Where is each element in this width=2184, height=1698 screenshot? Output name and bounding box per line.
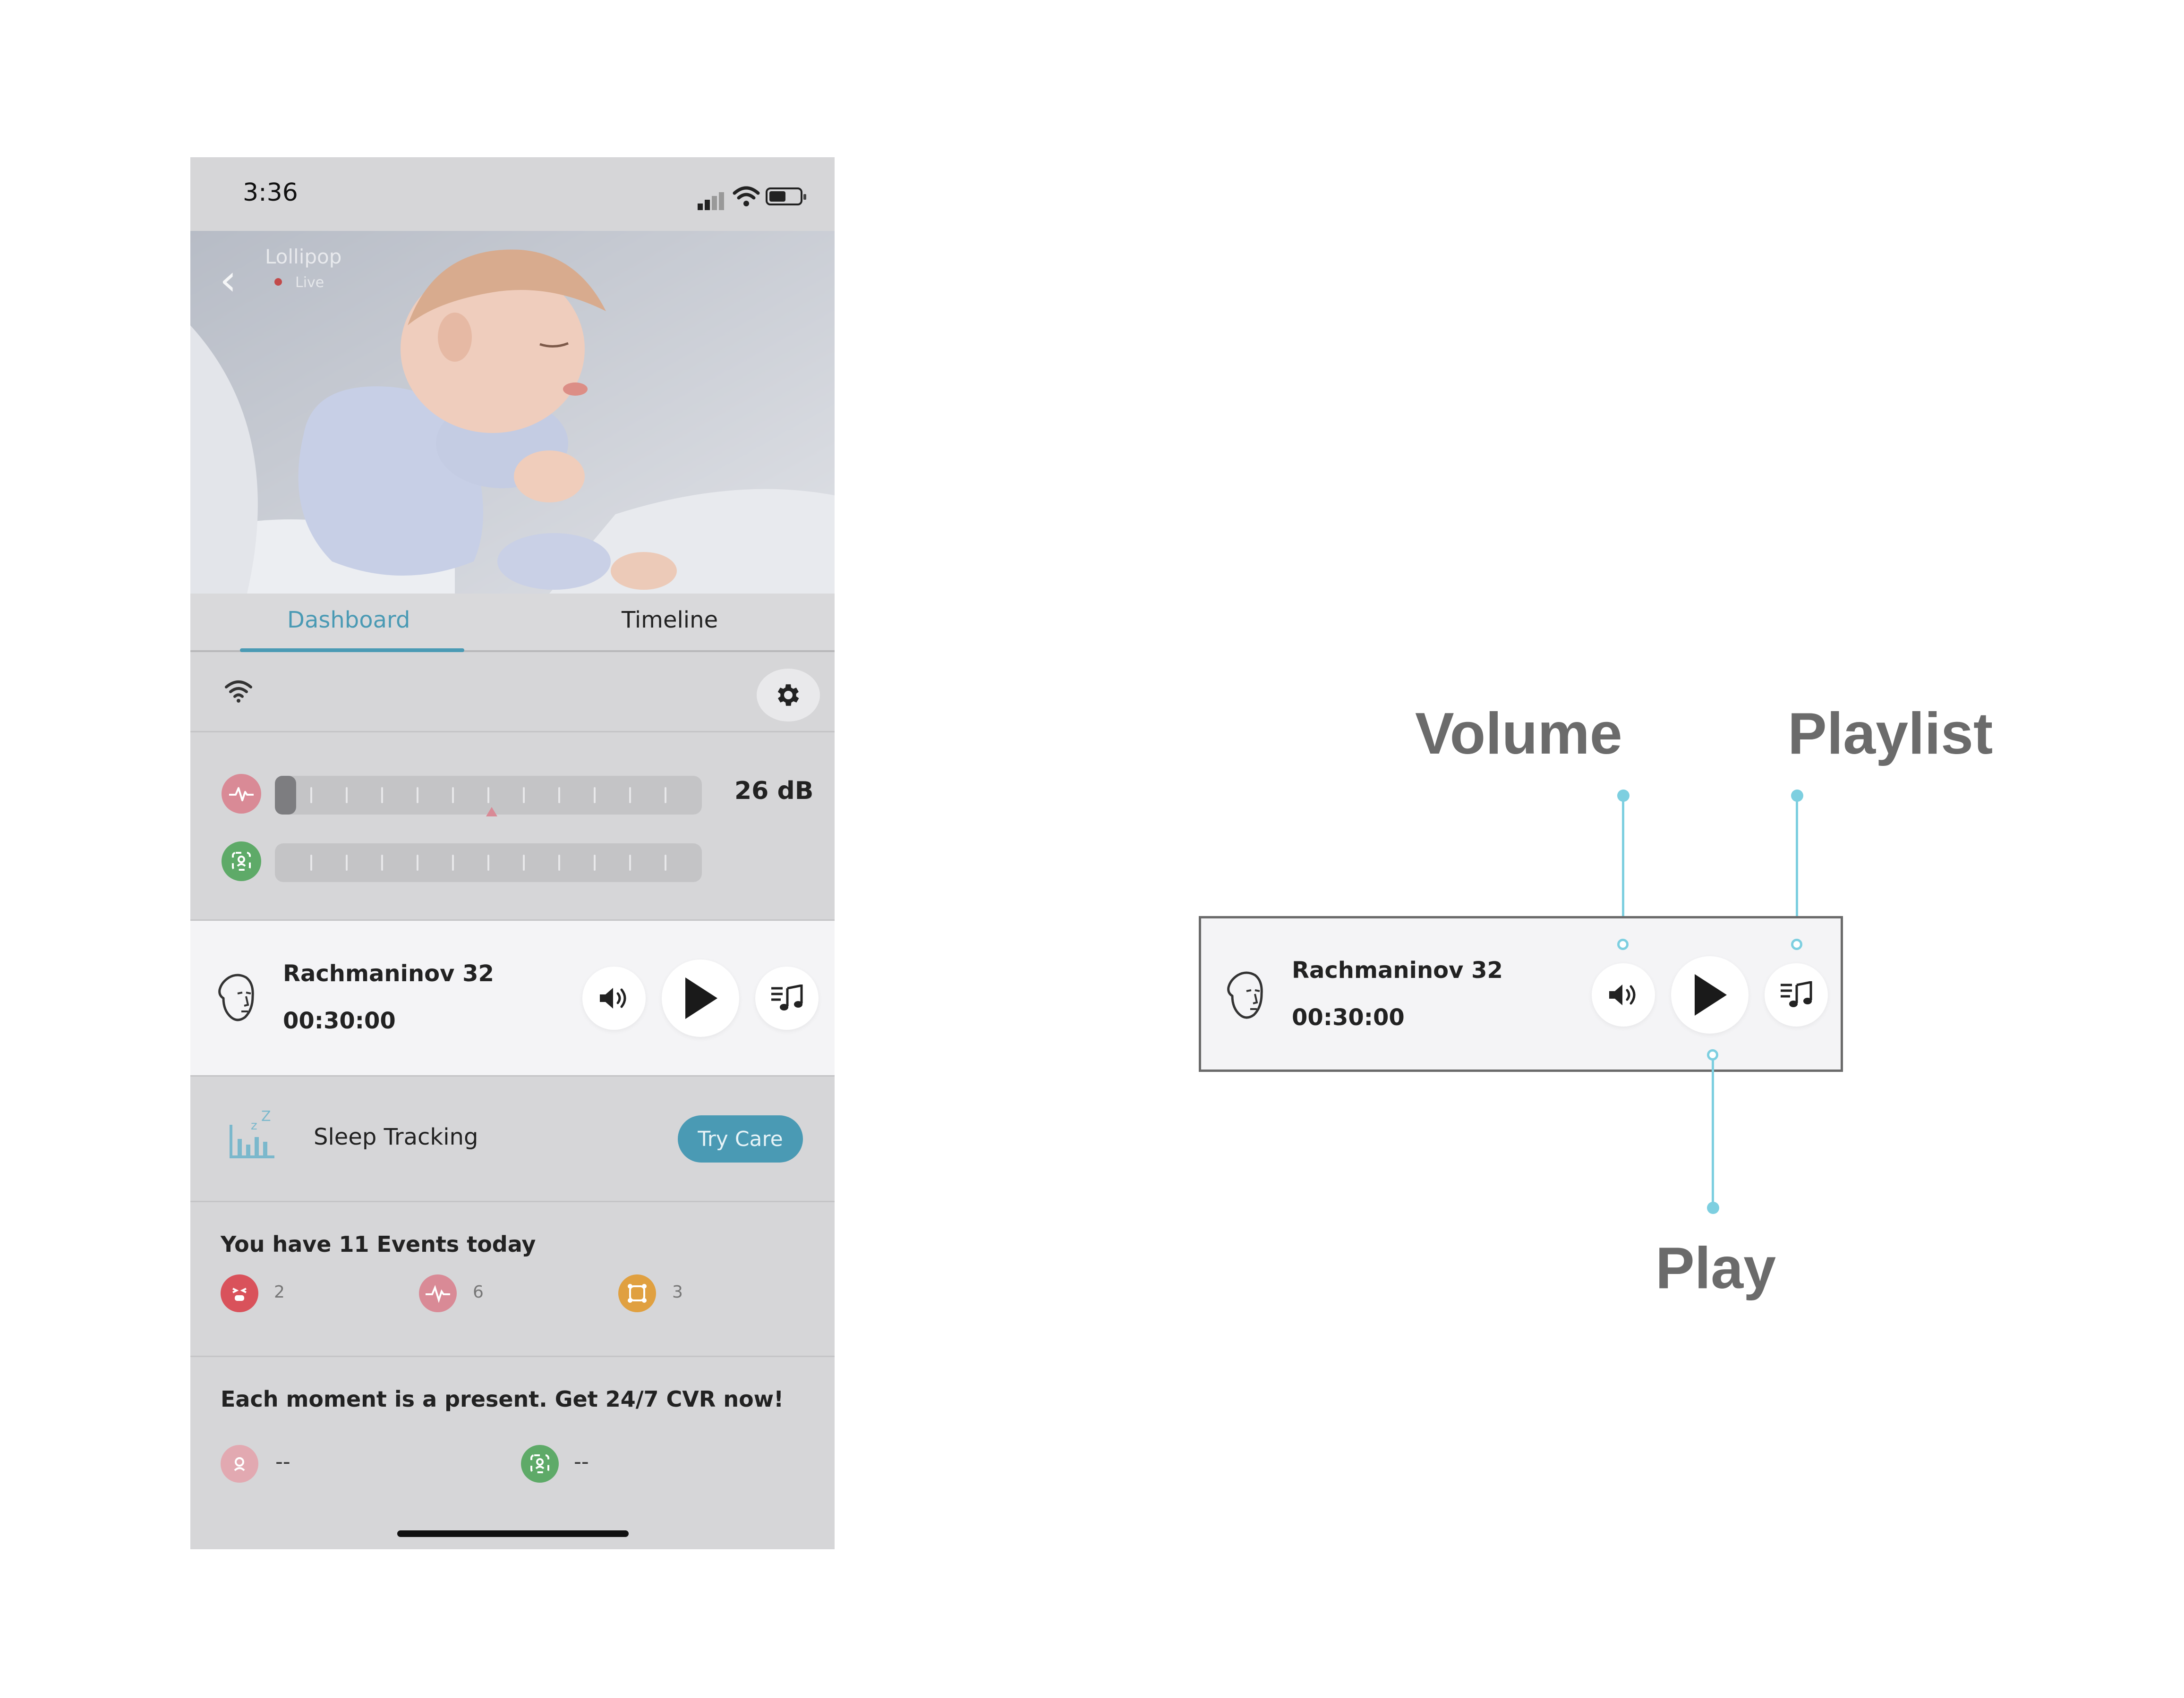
track-duration: 00:30:00 xyxy=(1292,1004,1405,1031)
cellular-signal-icon xyxy=(698,191,726,210)
sound-threshold-marker[interactable] xyxy=(486,807,497,816)
face-cover-icon xyxy=(618,1274,656,1312)
play-leader-ring xyxy=(1707,1049,1718,1061)
play-button[interactable] xyxy=(662,959,739,1037)
playlist-button[interactable] xyxy=(1765,963,1828,1027)
music-player: Rachmaninov 32 00:30:00 xyxy=(190,921,835,1077)
sound-level-value: 26 dB xyxy=(734,777,814,805)
sleep-chart-icon: z Z xyxy=(230,1111,274,1158)
volume-leader-ring xyxy=(1617,939,1629,950)
status-bar: 3:36 xyxy=(190,157,835,231)
tab-dashboard[interactable]: Dashboard xyxy=(287,607,410,633)
live-label: Live xyxy=(295,274,324,291)
speaker-icon xyxy=(1609,985,1636,1005)
status-time: 3:36 xyxy=(243,178,298,207)
playlist-callout-label: Playlist xyxy=(1788,701,1993,766)
home-indicator[interactable] xyxy=(397,1530,629,1537)
pink-status-icon xyxy=(221,1445,258,1483)
sleep-tracking-row: z Z Sleep Tracking Try Care xyxy=(190,1077,835,1202)
volume-callout-label: Volume xyxy=(1415,701,1622,766)
speaker-icon xyxy=(600,988,626,1009)
tab-timeline[interactable]: Timeline xyxy=(622,607,718,633)
motion-level-meter xyxy=(275,843,702,882)
baby-image xyxy=(190,231,835,594)
sound-wave-icon xyxy=(222,774,261,814)
playlist-icon xyxy=(771,985,803,1010)
back-arrow-icon[interactable]: ‹ xyxy=(220,259,237,302)
cvr-title: Each moment is a present. Get 24/7 CVR n… xyxy=(221,1386,784,1412)
composer-face-icon xyxy=(1227,971,1263,1019)
event-count: 3 xyxy=(672,1282,683,1302)
crying-face-icon xyxy=(221,1274,258,1312)
play-leader-line xyxy=(1712,1060,1714,1206)
cvr-section: Each moment is a present. Get 24/7 CVR n… xyxy=(190,1357,835,1549)
cvr-value: -- xyxy=(275,1450,290,1474)
sound-wave-icon xyxy=(419,1274,457,1312)
volume-button[interactable] xyxy=(582,967,646,1030)
camera-feed[interactable]: ‹ Lollipop Live xyxy=(190,231,835,594)
cvr-value: -- xyxy=(574,1450,589,1474)
event-count: 2 xyxy=(274,1282,285,1302)
player-zoom-panel: Rachmaninov 32 00:30:00 xyxy=(1199,916,1843,1072)
play-icon xyxy=(685,977,717,1019)
track-title: Rachmaninov 32 xyxy=(1292,957,1503,984)
playlist-icon xyxy=(1781,981,1812,1007)
svg-text:Z: Z xyxy=(261,1111,271,1125)
track-title: Rachmaninov 32 xyxy=(283,960,494,987)
playlist-leader-ring xyxy=(1791,939,1802,950)
composer-face-icon xyxy=(218,974,254,1021)
events-title: You have 11 Events today xyxy=(221,1231,536,1257)
battery-icon xyxy=(766,187,806,205)
sound-level-meter xyxy=(275,776,702,816)
meters-section: 26 dB xyxy=(190,732,835,921)
green-status-icon xyxy=(521,1445,559,1483)
settings-button[interactable] xyxy=(757,669,820,722)
sound-level-fill xyxy=(275,776,297,815)
play-leader-dot xyxy=(1707,1202,1719,1214)
play-icon xyxy=(1695,974,1727,1016)
svg-text:z: z xyxy=(251,1119,257,1133)
connection-row xyxy=(190,652,835,732)
camera-name: Lollipop xyxy=(265,245,342,268)
playlist-button[interactable] xyxy=(755,967,819,1030)
event-count: 6 xyxy=(473,1282,484,1302)
play-button[interactable] xyxy=(1671,956,1749,1034)
gear-icon xyxy=(777,684,799,706)
volume-button[interactable] xyxy=(1592,963,1655,1027)
live-dot-icon xyxy=(274,278,282,286)
tab-active-indicator xyxy=(240,648,464,652)
wifi-icon xyxy=(225,680,252,703)
tab-bar: Dashboard Timeline xyxy=(190,594,835,652)
phone-screen: 3:36 ‹ Lollipop Live Dashboard Timeline … xyxy=(190,157,835,1549)
motion-icon xyxy=(222,841,261,881)
wifi-status-icon xyxy=(733,186,760,206)
play-callout-label: Play xyxy=(1655,1236,1776,1301)
events-section: You have 11 Events today 2 6 3 xyxy=(190,1202,835,1357)
sleep-tracking-label: Sleep Tracking xyxy=(314,1124,478,1150)
track-duration: 00:30:00 xyxy=(283,1008,396,1034)
try-care-button[interactable]: Try Care xyxy=(678,1115,803,1163)
